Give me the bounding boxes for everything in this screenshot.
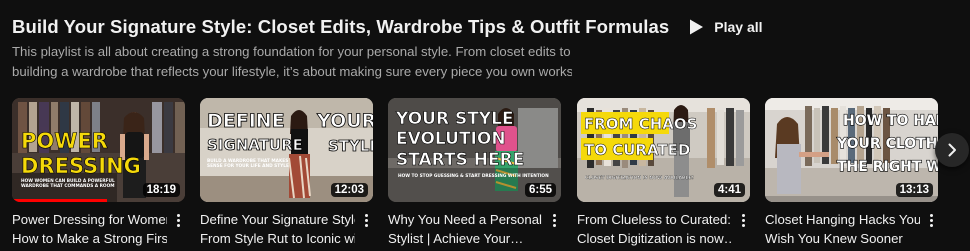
play-all-button[interactable]: Play all bbox=[687, 18, 763, 36]
video-title[interactable]: From Clueless to Curated: Closet Digitiz… bbox=[577, 210, 732, 248]
video-shelf: POWER DRESSING HOW WOMEN CAN BUILD A POW… bbox=[12, 98, 962, 251]
video-thumbnail[interactable]: DEFINE SIGNATURE YOUR STYLE BUILD A WARD… bbox=[200, 98, 373, 202]
video-title-line-1: Closet Hanging Hacks You’ll bbox=[765, 212, 920, 227]
video-title-line-1: From Clueless to Curated: bbox=[577, 212, 731, 227]
thumb-text: POWER bbox=[21, 129, 108, 153]
thumb-text: STARTS HERE bbox=[396, 150, 524, 170]
duration-badge: 4:41 bbox=[713, 183, 745, 197]
duration-badge: 12:03 bbox=[330, 183, 368, 197]
video-card[interactable]: DEFINE SIGNATURE YOUR STYLE BUILD A WARD… bbox=[200, 98, 373, 248]
watch-progress-bar bbox=[12, 199, 108, 202]
more-vert-icon[interactable] bbox=[171, 210, 185, 230]
video-title-line-2: Stylist | Achieve Your… bbox=[388, 231, 524, 246]
video-card[interactable]: YOUR STYLE EVOLUTION STARTS HERE HOW TO … bbox=[388, 98, 561, 248]
video-title-line-1: Define Your Signature Style | bbox=[200, 212, 355, 227]
playlist-header: Build Your Signature Style: Closet Edits… bbox=[12, 14, 950, 40]
video-card[interactable]: FROM CHAOS TO CURATED CLOSET DIGITIZATIO… bbox=[577, 98, 750, 248]
playlist-title[interactable]: Build Your Signature Style: Closet Edits… bbox=[12, 16, 669, 38]
more-vert-icon[interactable] bbox=[359, 210, 373, 230]
thumb-text: STYLE bbox=[328, 137, 373, 155]
play-icon bbox=[690, 19, 704, 35]
thumb-text: TO CURATED bbox=[584, 141, 690, 159]
video-title-line-2: From Style Rut to Iconic wit… bbox=[200, 231, 355, 246]
playlist-description[interactable]: This playlist is all about creating a st… bbox=[12, 42, 572, 82]
video-thumbnail[interactable]: FROM CHAOS TO CURATED CLOSET DIGITIZATIO… bbox=[577, 98, 750, 202]
thumb-text: THE RIGHT WAY bbox=[837, 159, 938, 175]
chevron-right-icon bbox=[948, 143, 956, 157]
video-card[interactable]: POWER DRESSING HOW WOMEN CAN BUILD A POW… bbox=[12, 98, 185, 248]
video-card[interactable]: HOW TO HANG YOUR CLOTHES THE RIGHT WAY 1… bbox=[765, 98, 938, 248]
video-title-line-2: Wish You Knew Sooner bbox=[765, 231, 903, 246]
video-thumbnail[interactable]: HOW TO HANG YOUR CLOTHES THE RIGHT WAY 1… bbox=[765, 98, 938, 202]
more-vert-icon[interactable] bbox=[924, 210, 938, 230]
thumb-text: YOUR CLOTHES bbox=[836, 136, 938, 152]
video-thumbnail[interactable]: YOUR STYLE EVOLUTION STARTS HERE HOW TO … bbox=[388, 98, 561, 202]
duration-badge: 18:19 bbox=[142, 183, 180, 197]
duration-badge: 6:55 bbox=[524, 183, 556, 197]
duration-badge: 13:13 bbox=[895, 183, 933, 197]
thumb-text: DRESSING bbox=[21, 154, 141, 178]
thumb-text: YOUR bbox=[316, 110, 373, 132]
description-line-1: This playlist is all about creating a st… bbox=[12, 44, 571, 59]
thumb-text: HOW TO HANG bbox=[843, 113, 938, 129]
thumb-text: FROM CHAOS bbox=[584, 115, 697, 133]
thumb-text: DEFINE bbox=[207, 110, 285, 132]
thumb-subtext: HOW TO STOP GUESSING & START DRESSING WI… bbox=[398, 173, 549, 179]
play-all-label: Play all bbox=[714, 19, 763, 35]
thumb-subtext: CLOSET DIGITIZATION IS NOW AVAILABLE! bbox=[585, 175, 694, 181]
video-title-line-2: Closet Digitization is now… bbox=[577, 231, 732, 246]
video-title-line-1: Why You Need a Personal bbox=[388, 212, 542, 227]
video-title[interactable]: Closet Hanging Hacks You’ll Wish You Kne… bbox=[765, 210, 920, 248]
video-title[interactable]: Why You Need a Personal Stylist | Achiev… bbox=[388, 210, 543, 248]
video-thumbnail[interactable]: POWER DRESSING HOW WOMEN CAN BUILD A POW… bbox=[12, 98, 185, 202]
thumb-subtext: WARDROBE THAT COMMANDS A ROOM bbox=[21, 183, 115, 189]
video-title-line-2: How to Make a Strong First… bbox=[12, 231, 167, 246]
more-vert-icon[interactable] bbox=[547, 210, 561, 230]
thumb-subtext: SENSE FOR YOUR LIFE AND STYLE bbox=[207, 163, 289, 169]
thumb-text: YOUR STYLE bbox=[395, 109, 514, 129]
description-line-2: building a wardrobe that reflects your l… bbox=[12, 64, 572, 79]
more-vert-icon[interactable] bbox=[736, 210, 750, 230]
video-title[interactable]: Power Dressing for Women | How to Make a… bbox=[12, 210, 167, 248]
video-title[interactable]: Define Your Signature Style | From Style… bbox=[200, 210, 355, 248]
thumb-text: SIGNATURE bbox=[207, 136, 303, 154]
thumb-text: EVOLUTION bbox=[396, 129, 506, 149]
shelf-next-button[interactable] bbox=[935, 133, 969, 167]
video-title-line-1: Power Dressing for Women | bbox=[12, 212, 167, 227]
